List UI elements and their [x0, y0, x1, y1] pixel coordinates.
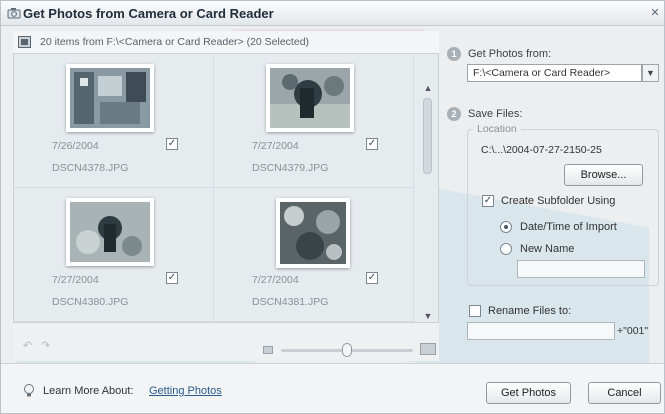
scroll-up-icon[interactable]: ▲ — [421, 82, 435, 94]
photo-filename: DSCN4379.JPG — [252, 162, 329, 174]
photo-browser-pane: 20 items from F:\<Camera or Card Reader>… — [13, 31, 439, 361]
create-subfolder-label: Create Subfolder Using — [501, 195, 616, 207]
photo-date: 7/27/2004 — [252, 274, 299, 286]
photo-thumbnail[interactable] — [66, 64, 154, 132]
photo-thumbnail[interactable] — [276, 198, 350, 268]
photo-cell[interactable]: 7/27/2004 ✓ DSCN4380.JPG — [14, 188, 214, 322]
new-name-input[interactable] — [517, 260, 645, 278]
photo-cell[interactable]: 7/27/2004 ✓ DSCN4379.JPG — [214, 54, 414, 188]
photo-thumbnail[interactable] — [266, 64, 354, 132]
cancel-button[interactable]: Cancel — [588, 382, 661, 404]
dialog-window: Drop Books Get Photos from Camera or Car… — [0, 0, 665, 414]
photo-date: 7/26/2004 — [52, 140, 99, 152]
getting-photos-link[interactable]: Getting Photos — [149, 385, 222, 397]
photo-grid: 7/26/2004 ✓ DSCN4378.JPG 7/27/2004 ✓ DSC… — [14, 54, 414, 322]
radio-datetime-label: Date/Time of Import — [520, 221, 617, 233]
photo-cell[interactable]: 7/27/2004 ✓ DSCN4381.JPG — [214, 188, 414, 322]
chevron-down-icon[interactable]: ▼ — [642, 64, 659, 82]
card-reader-icon — [18, 36, 31, 48]
photo-date: 7/27/2004 — [252, 140, 299, 152]
rotate-left-icon[interactable]: ↶ — [23, 339, 37, 352]
camera-icon — [7, 8, 21, 19]
rename-files-label: Rename Files to: — [488, 305, 572, 317]
radio-newname[interactable] — [500, 243, 512, 255]
get-photos-from-label: Get Photos from: — [468, 48, 552, 60]
learn-more-label: Learn More About: — [43, 385, 134, 397]
photo-grid-container: 7/26/2004 ✓ DSCN4378.JPG 7/27/2004 ✓ DSC… — [13, 53, 439, 323]
scroll-down-icon[interactable]: ▼ — [421, 310, 435, 322]
small-thumbnail-icon[interactable] — [263, 346, 273, 354]
radio-datetime[interactable] — [500, 221, 512, 233]
step-one-badge: 1 — [447, 47, 461, 61]
source-select[interactable]: F:\<Camera or Card Reader> — [467, 64, 642, 82]
large-thumbnail-icon[interactable] — [420, 343, 436, 355]
photo-filename: DSCN4378.JPG — [52, 162, 129, 174]
photo-checkbox[interactable]: ✓ — [366, 138, 378, 150]
lightbulb-icon — [24, 384, 34, 397]
photo-date: 7/27/2004 — [52, 274, 99, 286]
radio-newname-label: New Name — [520, 243, 575, 255]
location-legend: Location — [473, 123, 521, 135]
photo-filename: DSCN4381.JPG — [252, 296, 329, 308]
thumbnail-toolbar: ↶ ↷ — [13, 323, 439, 361]
save-files-label: Save Files: — [468, 108, 523, 120]
get-photos-button[interactable]: Get Photos — [486, 382, 571, 404]
photo-cell[interactable]: 7/26/2004 ✓ DSCN4378.JPG — [14, 54, 214, 188]
rotate-right-icon[interactable]: ↷ — [41, 339, 55, 352]
rename-files-checkbox[interactable] — [469, 305, 481, 317]
items-info-bar: 20 items from F:\<Camera or Card Reader>… — [13, 31, 439, 53]
close-icon[interactable]: ✕ — [648, 6, 662, 20]
dialog-footer: Learn More About: Getting Photos Get Pho… — [1, 363, 664, 413]
window-title: Get Photos from Camera or Card Reader — [23, 6, 274, 21]
title-bar[interactable]: Get Photos from Camera or Card Reader ✕ — [1, 1, 664, 26]
rename-suffix: +"001" — [617, 325, 649, 337]
photo-filename: DSCN4380.JPG — [52, 296, 129, 308]
items-count-text: 20 items from F:\<Camera or Card Reader>… — [40, 36, 310, 48]
source-select-value: F:\<Camera or Card Reader> — [473, 67, 611, 79]
browse-button[interactable]: Browse... — [564, 164, 643, 186]
photo-checkbox[interactable]: ✓ — [366, 272, 378, 284]
scroll-thumb[interactable] — [423, 98, 432, 174]
radio-selected-dot — [504, 225, 508, 229]
photo-checkbox[interactable]: ✓ — [166, 272, 178, 284]
zoom-slider-handle[interactable] — [342, 343, 352, 357]
save-path: C:\...\2004-07-27-2150-25 — [481, 144, 602, 156]
vertical-scrollbar[interactable]: ▲ ▼ — [418, 54, 438, 322]
rename-input[interactable] — [467, 322, 615, 340]
create-subfolder-checkbox[interactable]: ✓ — [482, 195, 494, 207]
photo-checkbox[interactable]: ✓ — [166, 138, 178, 150]
photo-thumbnail[interactable] — [66, 198, 154, 266]
step-two-badge: 2 — [447, 107, 461, 121]
